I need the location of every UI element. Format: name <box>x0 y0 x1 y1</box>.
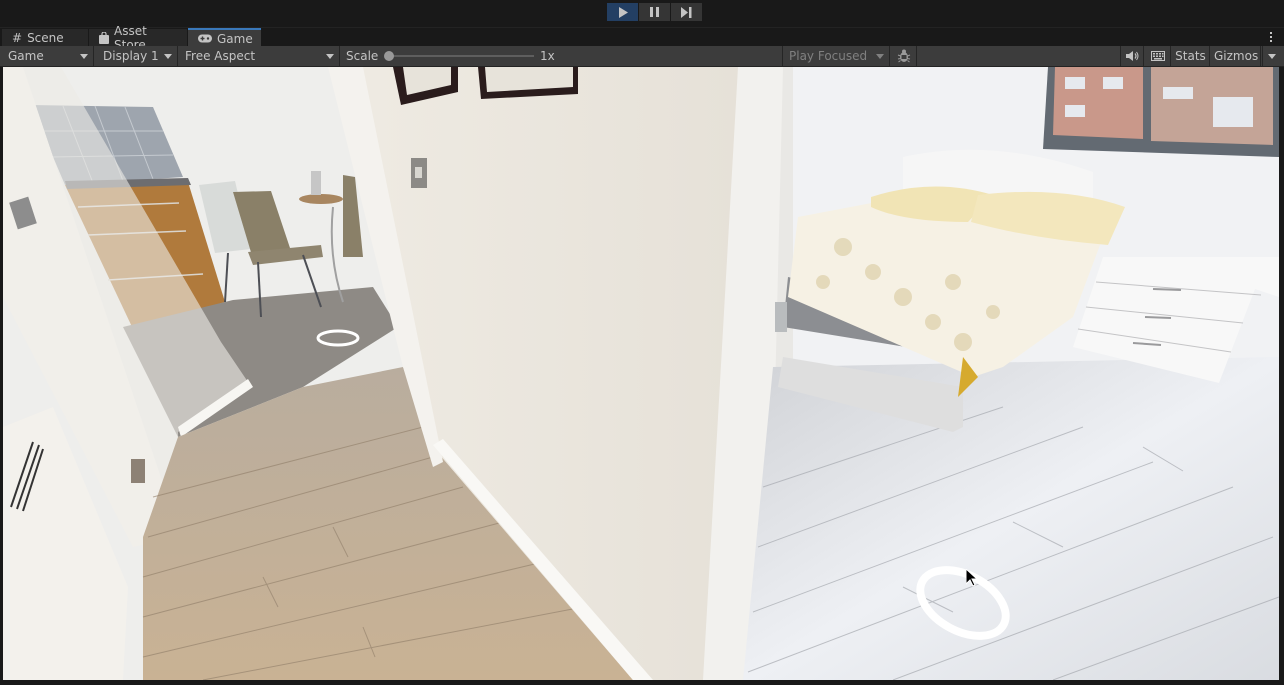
chevron-down-icon <box>876 53 884 59</box>
scale-control: Scale 1x <box>341 46 781 66</box>
play-icon <box>618 6 628 18</box>
tab-game-label: Game <box>217 31 253 46</box>
game-view-toolbar: Game Display 1 Free Aspect Scale 1x Play… <box>0 46 1284 67</box>
bug-icon <box>897 49 910 63</box>
tab-game[interactable]: Game <box>188 28 261 47</box>
bedroom-floor <box>743 357 1279 680</box>
gizmos-dropdown[interactable] <box>1262 46 1280 66</box>
stats-label: Stats <box>1175 49 1206 63</box>
aspect-value: Free Aspect <box>185 49 256 63</box>
scale-slider-thumb[interactable] <box>384 51 394 61</box>
scale-value: 1x <box>540 49 555 63</box>
play-toolbar <box>0 0 1284 27</box>
chevron-down-icon <box>1267 53 1276 59</box>
stats-button[interactable]: Stats <box>1172 46 1210 66</box>
chevron-down-icon <box>164 53 172 59</box>
scale-label: Scale <box>346 49 379 63</box>
vase <box>311 171 321 195</box>
speaker-icon <box>1125 51 1138 61</box>
window-border-right <box>1279 67 1284 680</box>
tab-scene[interactable]: # Scene <box>2 29 88 47</box>
more-options-icon[interactable] <box>1268 29 1274 45</box>
shopping-bag-icon <box>99 32 109 44</box>
play-controls <box>607 3 702 21</box>
mute-audio-button[interactable] <box>1120 46 1144 66</box>
view-type-value: Game <box>8 49 44 63</box>
step-button[interactable] <box>671 3 702 21</box>
pause-icon <box>650 7 659 17</box>
play-mode-dropdown[interactable]: Play Focused <box>782 46 890 66</box>
play-button[interactable] <box>607 3 638 21</box>
game-viewport[interactable] <box>3 67 1279 680</box>
aspect-dropdown[interactable]: Free Aspect <box>179 46 340 66</box>
scale-slider-track[interactable] <box>389 55 534 57</box>
pause-button[interactable] <box>639 3 670 21</box>
display-dropdown[interactable]: Display 1 <box>95 46 178 66</box>
chevron-down-icon <box>326 53 334 59</box>
gamepad-icon <box>198 34 212 43</box>
tab-asset-store[interactable]: Asset Store <box>89 24 187 52</box>
door-latch <box>775 302 787 332</box>
scene-render <box>3 67 1279 680</box>
shortcuts-button[interactable] <box>1145 46 1171 66</box>
frame-debugger-button[interactable] <box>891 46 917 66</box>
keyboard-icon <box>1150 51 1165 61</box>
play-mode-value: Play Focused <box>789 49 868 63</box>
editor-tab-strip: # Scene Asset Store Game <box>0 24 1284 52</box>
chevron-down-icon <box>80 53 88 59</box>
grid-icon: # <box>12 31 23 45</box>
tab-scene-label: Scene <box>27 31 64 45</box>
window-border-bottom <box>0 680 1284 685</box>
display-value: Display 1 <box>103 49 159 63</box>
view-type-dropdown[interactable]: Game <box>2 46 94 66</box>
door-hinge <box>131 459 145 483</box>
step-forward-icon <box>681 6 692 18</box>
gizmos-label: Gizmos <box>1214 49 1259 63</box>
gizmos-button[interactable]: Gizmos <box>1211 46 1261 66</box>
